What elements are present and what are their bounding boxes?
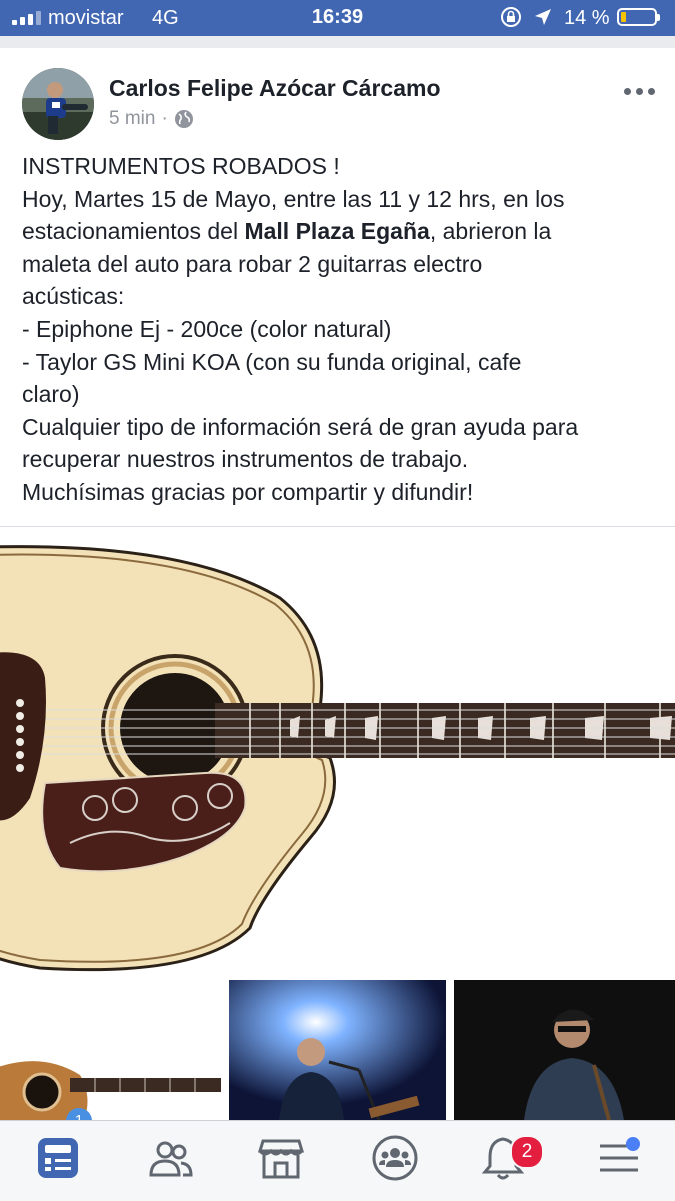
post-photo-guitar[interactable] bbox=[0, 538, 675, 973]
post-meta: 5 min · bbox=[109, 108, 194, 130]
groups-icon[interactable] bbox=[370, 1133, 420, 1183]
thumbnail-photo[interactable] bbox=[229, 980, 446, 1120]
post-line: - Taylor GS Mini KOA (con su funda origi… bbox=[22, 348, 522, 375]
globe-icon bbox=[174, 110, 193, 128]
post-line: claro) bbox=[22, 381, 80, 408]
marketplace-icon[interactable] bbox=[256, 1133, 306, 1183]
thumbnail-photo[interactable]: 1 bbox=[0, 980, 221, 1120]
status-bar: movistar 4G 16:39 14 % bbox=[0, 0, 675, 36]
menu-update-dot bbox=[626, 1137, 640, 1151]
battery-icon bbox=[617, 8, 660, 26]
friends-icon[interactable] bbox=[145, 1133, 195, 1183]
photo-thumbnails: 1 bbox=[0, 980, 675, 1120]
post-line: recuperar nuestros instrumentos de traba… bbox=[22, 446, 469, 473]
post-line: Cualquier tipo de información será de gr… bbox=[22, 413, 579, 440]
post-line: estacionamientos del Mall Plaza Egaña, a… bbox=[22, 218, 552, 245]
post-line: Muchísimas gracias por compartir y difun… bbox=[22, 478, 474, 505]
post-card: Carlos Felipe Azócar Cárcamo 5 min · INS… bbox=[0, 48, 675, 1120]
news-feed-icon[interactable] bbox=[33, 1133, 83, 1183]
post-time[interactable]: 5 min bbox=[109, 108, 155, 130]
post-line: acústicas: bbox=[22, 283, 125, 310]
notification-count-badge: 2 bbox=[510, 1135, 544, 1169]
place-mention[interactable]: Mall Plaza Egaña bbox=[244, 218, 429, 244]
post-line: - Epiphone Ej - 200ce (color natural) bbox=[22, 315, 392, 342]
thumbnail-photo[interactable] bbox=[454, 980, 675, 1120]
post-line: Hoy, Martes 15 de Mayo, entre las 11 y 1… bbox=[22, 185, 565, 212]
location-icon bbox=[535, 9, 551, 25]
divider bbox=[0, 526, 675, 527]
post-line: INSTRUMENTOS ROBADOS ! bbox=[22, 153, 340, 179]
bottom-tab-bar: 2 bbox=[0, 1120, 675, 1201]
post-text: INSTRUMENTOS ROBADOS ! Hoy, Martes 15 de… bbox=[22, 150, 662, 509]
avatar[interactable] bbox=[22, 68, 94, 140]
more-options-button[interactable] bbox=[624, 88, 655, 95]
battery-percent: 14 % bbox=[564, 7, 610, 29]
post-line: maleta del auto para robar 2 guitarras e… bbox=[22, 250, 483, 277]
orientation-lock-icon bbox=[501, 7, 521, 27]
post-author[interactable]: Carlos Felipe Azócar Cárcamo bbox=[109, 75, 441, 102]
meta-separator: · bbox=[161, 108, 168, 129]
